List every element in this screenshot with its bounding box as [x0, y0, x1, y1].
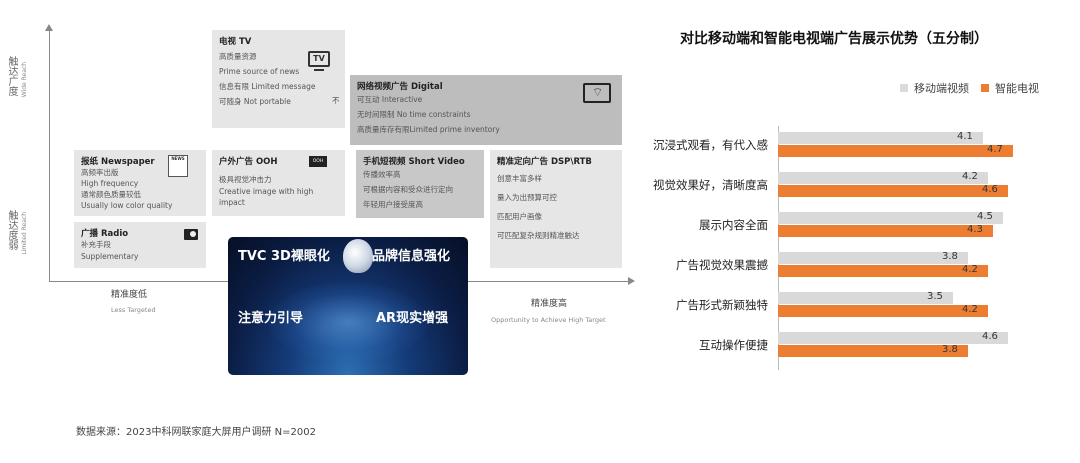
- bar-mobile: [778, 132, 983, 144]
- bar-mobile: [778, 212, 1003, 224]
- short-video-box-line: 可根据内容和受众进行定向: [363, 185, 453, 194]
- newspaper-icon: NEWS: [168, 155, 188, 177]
- y-axis-bottom-label-en: Limited Reach: [21, 212, 28, 255]
- bar-tv: [778, 345, 968, 357]
- category-label: 广告形式新颖独特: [676, 298, 768, 312]
- newspaper-box-line: 通常颜色质量较低: [81, 190, 141, 199]
- short-video-box: 手机短视频 Short Video 传播效率高 可根据内容和受众进行定向 年轻用…: [356, 150, 484, 218]
- bar-tv: [778, 265, 988, 277]
- bar-value-label-mobile: 3.8: [942, 251, 958, 262]
- short-video-box-line: 年轻用户接受度高: [363, 200, 423, 209]
- radio-box-line: Supplementary: [81, 252, 139, 261]
- radio-box-title: 广播 Radio: [81, 229, 129, 239]
- ooh-box-line: impact: [219, 198, 245, 207]
- smart-tv-icon: [583, 83, 611, 103]
- tv-icon-stand: [314, 69, 324, 71]
- bar-value-label-mobile: 3.5: [927, 291, 943, 302]
- x-axis-right-label-en: Opportunity to Achieve High Target: [491, 316, 606, 324]
- newspaper-icon-text: NEWS: [171, 156, 185, 161]
- bar-tv: [778, 305, 988, 317]
- tv-box-line: 可随身 Not portable: [219, 97, 291, 106]
- newspaper-box-line: Usually low color quality: [81, 201, 173, 210]
- digital-box-line: 可互动 Interactive: [357, 95, 423, 104]
- legend-label-mobile: 移动端视频: [914, 82, 969, 95]
- ooh-box-line: Creative image with high: [219, 187, 314, 196]
- dsp-box-line: 匹配用户画像: [497, 212, 542, 221]
- tv-box: 电视 TV 高质量资源 Prime source of news 信息有限 Li…: [212, 30, 345, 128]
- category-label: 沉浸式观看，有代入感: [653, 138, 768, 152]
- legend-swatch-mobile: [900, 84, 908, 92]
- y-axis-top-label-en: Wide Reach: [21, 62, 28, 98]
- x-axis-arrow: [628, 277, 635, 285]
- legend-swatch-tv: [981, 84, 989, 92]
- bar-value-label-tv: 4.2: [962, 264, 978, 275]
- bar-value-label-mobile: 4.2: [962, 171, 978, 182]
- bar-mobile: [778, 332, 1008, 344]
- digital-box: 网络视频广告 Digital 可互动 Interactive 无时间限制 No …: [350, 75, 622, 145]
- bar-tv: [778, 145, 1013, 157]
- tvc-text-attention: 注意力引导: [238, 311, 304, 326]
- tv-box-extra: 不: [332, 96, 340, 105]
- dsp-box: 精准定向广告 DSP\RTB 创意丰富多样 量入为出预算可控 匹配用户画像 可匹…: [490, 150, 622, 268]
- bar-tv: [778, 185, 1008, 197]
- astronaut-icon: [343, 239, 373, 273]
- x-axis-left-label: 精准度低: [111, 290, 148, 300]
- bar-value-label-mobile: 4.1: [957, 131, 973, 142]
- x-axis-left-label-en: Less Targeted: [111, 306, 156, 314]
- ooh-box-line: 极具视觉冲击力: [219, 175, 272, 184]
- dsp-box-line: 量入为出预算可控: [497, 193, 557, 202]
- tv-box-line: 信息有限 Limited message: [219, 82, 316, 91]
- chart-legend: 移动端视频 智能电视: [900, 80, 1039, 96]
- bar-value-label-tv: 4.3: [967, 224, 983, 235]
- y-axis-arrow: [45, 24, 53, 31]
- bar-value-label-mobile: 4.6: [982, 331, 998, 342]
- tv-icon: TV: [308, 51, 330, 67]
- bar-value-label-tv: 4.2: [962, 304, 978, 315]
- y-axis-bottom-label: 触达度弱: [8, 211, 19, 252]
- bar-tv: [778, 225, 993, 237]
- radio-icon: [184, 229, 198, 240]
- tvc-text-3d: TVC 3D裸眼化: [238, 249, 330, 264]
- tvc-text-ar: AR现实增强: [376, 311, 449, 326]
- bar-value-label-mobile: 4.5: [977, 211, 993, 222]
- bar-value-label-tv: 4.6: [982, 184, 998, 195]
- ooh-icon: OOH: [309, 156, 327, 167]
- y-axis-top-label: 触达广度: [8, 57, 19, 98]
- bar-value-label-tv: 3.8: [942, 344, 958, 355]
- newspaper-box-line: High frequency: [81, 179, 139, 188]
- ooh-box: 户外广告 OOH 极具视觉冲击力 Creative image with hig…: [212, 150, 345, 216]
- short-video-box-line: 传播效率高: [363, 170, 401, 179]
- data-source: 数据来源：2023中科网联家庭大屏用户调研 N=2002: [76, 427, 316, 438]
- tvc-text-brand: 品牌信息强化: [372, 249, 451, 264]
- dsp-box-line: 创意丰富多样: [497, 174, 542, 183]
- chart-title: 对比移动端和智能电视端广告展示优势（五分制）: [680, 31, 988, 47]
- tv-box-title: 电视 TV: [219, 37, 252, 47]
- dsp-box-line: 可匹配复杂规则精准触达: [497, 231, 580, 240]
- radio-box: 广播 Radio 补充手段 Supplementary: [74, 222, 206, 268]
- dsp-box-title: 精准定向广告 DSP\RTB: [497, 157, 592, 167]
- legend-label-tv: 智能电视: [995, 82, 1039, 95]
- y-axis-line: [49, 30, 50, 282]
- digital-box-title: 网络视频广告 Digital: [357, 82, 443, 92]
- category-label: 展示内容全面: [699, 218, 768, 232]
- category-label: 广告视觉效果震撼: [676, 258, 768, 272]
- category-label: 互动操作便捷: [699, 338, 768, 352]
- x-axis-right-label: 精准度高: [531, 299, 568, 309]
- category-label: 视觉效果好，清晰度高: [653, 178, 768, 192]
- bar-value-label-tv: 4.7: [987, 144, 1003, 155]
- short-video-box-title: 手机短视频 Short Video: [363, 157, 465, 167]
- tvc-image: TVC 3D裸眼化 品牌信息强化 注意力引导 AR现实增强: [228, 237, 468, 375]
- radio-box-line: 补充手段: [81, 240, 111, 249]
- digital-box-line: 高质量库存有限Limited prime inventory: [357, 125, 500, 134]
- newspaper-box: 报纸 Newspaper 高频率出版 High frequency 通常颜色质量…: [74, 150, 206, 216]
- bar-mobile: [778, 252, 968, 264]
- digital-box-line: 无时间限制 No time constraints: [357, 110, 471, 119]
- bar-mobile: [778, 172, 988, 184]
